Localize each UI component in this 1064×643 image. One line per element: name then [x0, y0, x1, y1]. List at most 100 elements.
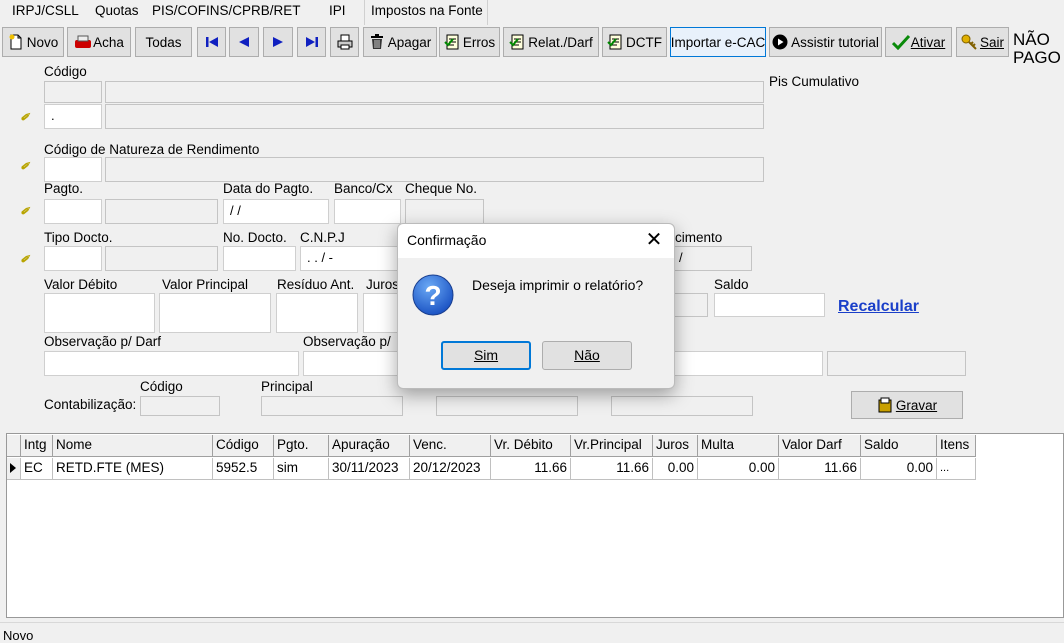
obs-secondary-field[interactable] — [303, 351, 399, 376]
status-line-1: NÃO — [1013, 30, 1050, 49]
cell-saldo[interactable]: 0.00 — [861, 458, 937, 480]
last-record-button[interactable] — [297, 27, 326, 57]
previous-record-button[interactable] — [229, 27, 259, 57]
table-header[interactable]: Itens — [937, 435, 976, 457]
lookup-pin-icon[interactable]: ✐ — [20, 205, 38, 218]
table-header[interactable]: Vr.Principal — [571, 435, 653, 457]
banco-cx-field[interactable] — [334, 199, 401, 224]
valor-debito-field[interactable] — [44, 293, 155, 333]
residuo-field[interactable] — [276, 293, 358, 333]
skip-last-icon — [304, 34, 320, 50]
lookup-pin-icon[interactable]: ✐ — [20, 111, 38, 124]
cell-apuracao[interactable]: 30/11/2023 — [329, 458, 410, 480]
nao-label: Não — [574, 347, 600, 363]
tab-pis-cofins[interactable]: PIS/COFINS/CPRB/RET — [146, 0, 307, 24]
sair-button[interactable]: Sair — [956, 27, 1009, 57]
sim-button[interactable]: Sim — [441, 341, 531, 370]
data-pagto-label: Data do Pagto. — [223, 181, 314, 196]
data-pagto-field[interactable]: / / — [223, 199, 329, 224]
obs-darf-field[interactable] — [44, 351, 299, 376]
natureza-rendimento-field[interactable] — [44, 157, 102, 182]
close-icon[interactable]: ✕ — [642, 229, 666, 253]
recalcular-link[interactable]: Recalcular — [838, 298, 919, 316]
apagar-label: Apagar — [387, 34, 432, 50]
acha-button[interactable]: Acha — [67, 27, 131, 57]
cell-multa[interactable]: 0.00 — [698, 458, 779, 480]
tab-impostos-na-fonte[interactable]: Impostos na Fonte — [364, 0, 488, 25]
cell-vr-debito[interactable]: 11.66 — [491, 458, 571, 480]
saldo-field[interactable] — [714, 293, 825, 317]
codigo-label: Código — [44, 64, 87, 79]
obs-extra-field[interactable] — [672, 351, 823, 376]
vencimento-field[interactable]: / — [672, 246, 752, 271]
table-header[interactable]: Vr. Débito — [491, 435, 571, 457]
codigo-field[interactable] — [44, 81, 102, 103]
cheque-no-field[interactable] — [405, 199, 484, 224]
cell-nome[interactable]: RETD.FTE (MES) — [53, 458, 213, 480]
table-header[interactable]: Saldo — [861, 435, 937, 457]
assistir-tutorial-button[interactable]: Assistir tutorial — [769, 27, 882, 57]
table-header[interactable]: Apuração — [329, 435, 410, 457]
cnpj-field[interactable]: . . / - — [300, 246, 400, 271]
cell-vr-principal[interactable]: 11.66 — [571, 458, 653, 480]
apagar-button[interactable]: Apagar — [363, 27, 437, 57]
natureza-rendimento-label: Código de Natureza de Rendimento — [44, 142, 260, 157]
contab-codigo-field — [140, 396, 220, 416]
next-record-button[interactable] — [263, 27, 293, 57]
cell-juros[interactable]: 0.00 — [653, 458, 698, 480]
first-record-button[interactable] — [197, 27, 226, 57]
no-docto-field[interactable] — [223, 246, 296, 271]
table-header[interactable]: Juros — [653, 435, 698, 457]
table-header[interactable]: Código — [213, 435, 274, 457]
print-button[interactable] — [330, 27, 359, 57]
contab-multa-field — [611, 396, 753, 416]
nao-button[interactable]: Não — [542, 341, 632, 370]
vencimento-label: cimento — [675, 230, 723, 245]
obs-darf-label: Observação p/ Darf — [44, 334, 162, 349]
lookup-pin-icon[interactable]: ✐ — [20, 160, 38, 173]
cnpj-label: C.N.P.J — [300, 230, 345, 245]
dctf-button[interactable]: DCTF — [602, 27, 667, 57]
previous-icon — [236, 34, 252, 50]
cell-intg[interactable]: EC — [21, 458, 53, 480]
tipo-docto-description — [105, 246, 218, 271]
cell-codigo[interactable]: 5952.5 — [213, 458, 274, 480]
table-header[interactable]: Nome — [53, 435, 213, 457]
table-header[interactable]: Pgto. — [274, 435, 329, 457]
valor-principal-field[interactable] — [159, 293, 271, 333]
current-row-indicator-icon — [7, 458, 21, 480]
dctf-label: DCTF — [626, 34, 662, 50]
table-header[interactable]: Venc. — [410, 435, 491, 457]
novo-button[interactable]: Novo — [2, 27, 64, 57]
tipo-docto-field[interactable] — [44, 246, 102, 271]
table-header[interactable]: Intg — [21, 435, 53, 457]
question-icon: ? — [412, 274, 454, 316]
gravar-button[interactable]: Gravar — [851, 391, 963, 419]
status-line-2: PAGO — [1013, 48, 1061, 67]
cell-itens-button[interactable]: ... — [937, 458, 976, 480]
tab-quotas[interactable]: Quotas — [89, 0, 145, 24]
todas-button[interactable]: Todas — [135, 27, 192, 57]
pagto-field[interactable] — [44, 199, 102, 224]
relat-darf-button[interactable]: Relat./Darf — [503, 27, 599, 57]
table-header[interactable]: Multa — [698, 435, 779, 457]
erros-button[interactable]: Erros — [439, 27, 500, 57]
dialog-message: Deseja imprimir o relatório? — [472, 277, 644, 293]
acha-label: Acha — [93, 34, 124, 50]
ativar-button[interactable]: Ativar — [885, 27, 952, 57]
table-header[interactable]: Valor Darf — [779, 435, 861, 457]
codigo-secondary-field[interactable]: . — [44, 104, 102, 129]
multa-field[interactable] — [672, 293, 708, 317]
cell-pgto[interactable]: sim — [274, 458, 329, 480]
tab-ipi[interactable]: IPI — [323, 0, 352, 24]
importar-ecac-button[interactable]: Importar e-CAC — [670, 27, 766, 57]
lookup-pin-icon[interactable]: ✐ — [20, 253, 38, 266]
juros-field[interactable] — [363, 293, 399, 333]
row-indicator-header — [7, 435, 21, 457]
obs-extra-readonly — [827, 351, 966, 376]
tab-irpj-csll[interactable]: IRPJ/CSLL — [6, 0, 85, 24]
cell-venc[interactable]: 20/12/2023 — [410, 458, 491, 480]
cell-valor-darf[interactable]: 11.66 — [779, 458, 861, 480]
erros-label: Erros — [462, 34, 496, 50]
status-text: Novo — [3, 628, 34, 643]
